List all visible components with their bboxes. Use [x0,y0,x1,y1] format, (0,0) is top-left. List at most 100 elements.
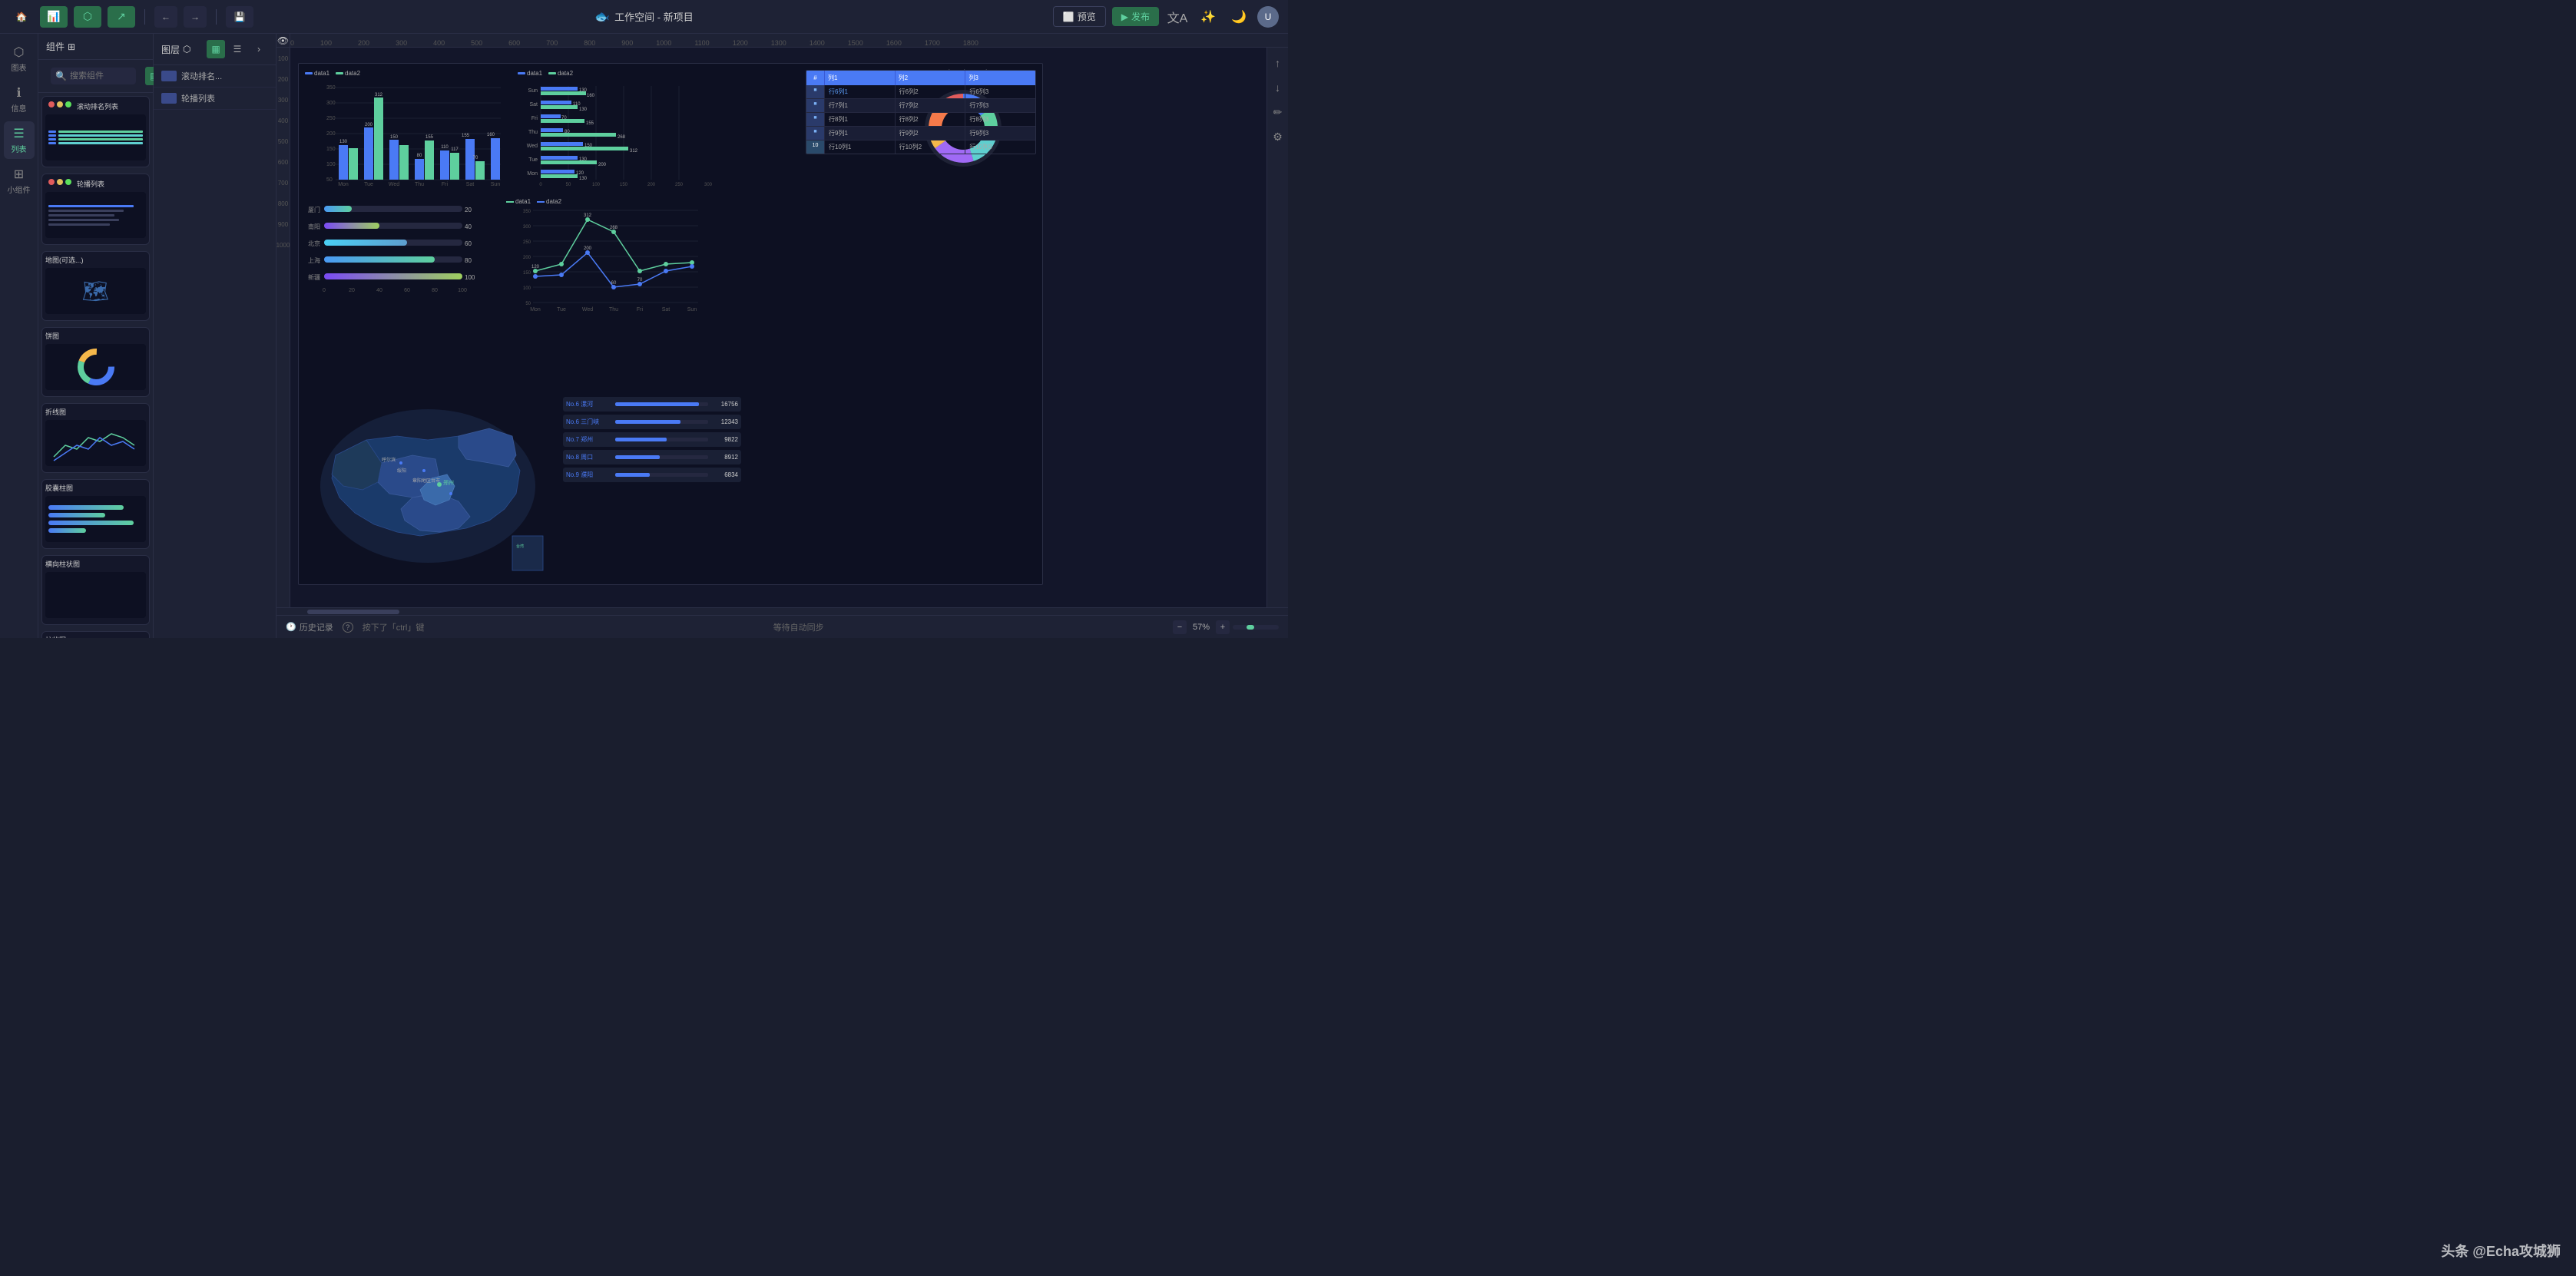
svg-text:80: 80 [432,288,438,293]
svg-text:100: 100 [592,183,601,187]
svg-text:130: 130 [339,140,348,144]
sidebar-item-list[interactable]: ☰ 列表 [4,121,35,159]
comp-preview-pie [45,344,146,390]
svg-text:Mon: Mon [338,182,349,187]
svg-text:40: 40 [465,223,472,230]
svg-text:Thu: Thu [415,182,424,187]
eye-button[interactable]: 👁 [276,34,290,48]
zoom-value: 57% [1190,623,1213,632]
sidebar-item-widget[interactable]: ⊞ 小组件 [4,162,35,200]
search-bar: 🔍 [51,68,136,84]
search-input[interactable] [70,71,131,81]
ranking-value: 12343 [711,418,738,425]
collapse-button[interactable]: › [250,40,268,58]
ranking-row: No.7 郑州 9822 [563,432,741,447]
svg-text:150: 150 [390,135,399,140]
sidebar-item-chart[interactable]: ⬡ 图表 [4,40,35,78]
scroll-rank-component[interactable]: 滚动排名列表 [41,96,150,167]
help-icon: ? [343,622,353,633]
dot-green2 [65,179,71,185]
svg-text:80: 80 [417,154,422,158]
map-component[interactable]: 地图(可选...) 🗺 [41,251,150,321]
dot-red2 [48,179,55,185]
pie-component[interactable]: 饼图 [41,327,150,397]
svg-text:上海: 上海 [308,256,320,264]
table-header: # 列1 列2 列3 [806,71,1035,85]
chart-tool-button[interactable]: 📊 [40,6,68,28]
nav-prev-button[interactable]: ← [154,6,177,28]
help-button[interactable]: ? [343,622,353,633]
layer-item-scroll-rank[interactable]: 滚动排名... [154,65,276,88]
dashboard[interactable]: data1 data2 350 300 250 200 150 100 50 [298,63,1043,585]
home-button[interactable]: 🏠 [9,5,34,29]
layer-item-carousel[interactable]: 轮播列表 [154,88,276,110]
download-button[interactable]: ↓ [1269,78,1287,97]
svg-text:Fri: Fri [531,116,538,121]
sidebar-item-label: 小组件 [8,183,31,195]
zoom-slider-thumb[interactable] [1247,625,1254,630]
svg-text:130: 130 [579,157,588,162]
ranking-row: No.9 濮阳 6834 [563,468,741,482]
hbar-component[interactable]: 横向柱状图 [41,555,150,625]
svg-text:Sat: Sat [529,102,538,107]
v-ruler-mark: 900 [278,221,288,228]
ranking-bar-fill [615,420,680,424]
svg-text:312: 312 [630,149,638,154]
ranking-bar-track [615,455,708,459]
svg-text:60: 60 [611,281,617,286]
save-button[interactable]: 💾 [226,6,253,28]
ranking-label: No.6 三门峡 [566,418,612,426]
bar-chart-legend: data1 data2 [305,70,505,77]
bottom-bar: 🕐 历史记录 ? 按下了「ctrl」键 等待自动同步 − 57% + [276,615,1288,638]
svg-text:150: 150 [523,271,531,276]
theme-button[interactable]: 🌙 [1227,5,1251,29]
ranking-row: No.6 三门峡 12343 [563,415,741,429]
line-legend: data1 data2 [506,198,702,205]
panel-icon: ⊞ [68,41,75,52]
th-num: # [806,71,825,85]
svg-text:郑州: 郑州 [443,480,454,486]
td-col2: 行6列2 [896,85,966,98]
ranking-row: No.6 漯河 16756 [563,397,741,412]
arrow-tool-button[interactable]: ↗ [108,6,135,28]
zoom-slider-track[interactable] [1233,625,1279,630]
ruler-mark: 1100 [687,39,724,47]
sidebar-item-info[interactable]: ℹ 信息 [4,81,35,118]
v-ruler-mark: 500 [278,138,288,145]
history-button[interactable]: 🕐 历史记录 [286,621,333,633]
svg-text:0: 0 [539,183,542,187]
ruler-mark: 0 [290,39,310,47]
layers-grid-button[interactable]: ▦ [207,40,225,58]
zoom-out-button[interactable]: − [1173,620,1187,634]
capsule-component[interactable]: 胶囊柱图 [41,479,150,549]
svg-text:Thu: Thu [528,130,538,135]
bar-chart-widget: data1 data2 350 300 250 200 150 100 50 [305,70,505,193]
translate-button[interactable]: 文A [1165,5,1190,29]
line-component[interactable]: 折线图 [41,403,150,473]
svg-text:100: 100 [523,286,531,291]
edit-button[interactable]: ✏ [1269,103,1287,121]
v-ruler-mark: 600 [278,159,288,166]
publish-button[interactable]: ▶ 发布 [1112,7,1159,26]
ranking-bar-fill [615,402,699,406]
bar-component[interactable]: 柱状图 [41,631,150,638]
scroll-thumb[interactable] [307,610,399,614]
table-row: ■ 行6列1 行6列2 行6列3 [806,85,1035,99]
layers-list-button[interactable]: ☰ [228,40,247,58]
user-avatar[interactable]: U [1257,6,1279,28]
magic-button[interactable]: ✨ [1196,5,1220,29]
carousel-component[interactable]: 轮播列表 [41,174,150,245]
layer-tool-button[interactable]: ⬡ [74,6,101,28]
upload-button[interactable]: ↑ [1269,54,1287,72]
svg-text:350: 350 [326,85,336,91]
ranking-value: 6834 [711,471,738,478]
layer-label-1: 滚动排名... [181,70,222,82]
sidebar-item-label: 列表 [12,143,27,154]
nav-next-button[interactable]: → [184,6,207,28]
horizontal-scrollbar[interactable] [276,607,1288,615]
zoom-in-button[interactable]: + [1216,620,1230,634]
settings-button[interactable]: ⚙ [1269,127,1287,146]
progress-svg: 厦门 20 南阳 40 北京 [305,198,501,317]
svg-text:200: 200 [647,183,656,187]
preview-button[interactable]: ⬜ 预览 [1053,6,1106,27]
